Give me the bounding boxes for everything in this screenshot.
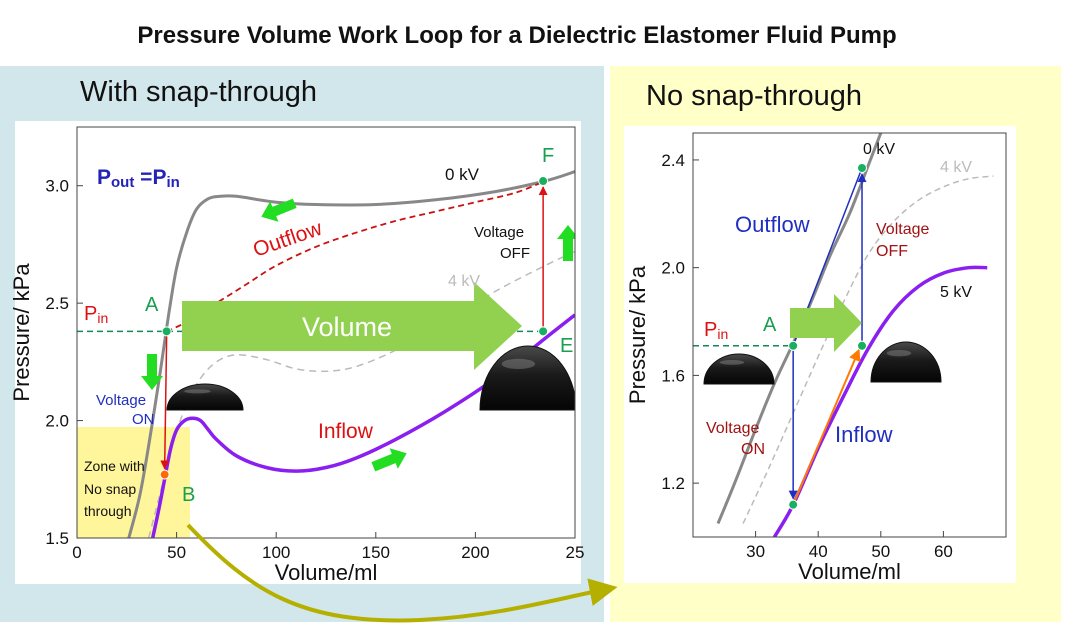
- voltage-off-label-right-1: Voltage: [876, 221, 929, 238]
- voltage-off-label-left-2: OFF: [500, 245, 530, 262]
- label-4kv-left: 4 kV: [448, 273, 480, 290]
- y-tick-label: 2.4: [661, 151, 685, 170]
- right-plot-background: [624, 126, 1016, 583]
- zone-label-3: through: [84, 503, 131, 519]
- x-tick-label: 200: [461, 543, 489, 562]
- zone-label-1: Zone with: [84, 458, 145, 474]
- voltage-on-label-right-1: Voltage: [706, 420, 759, 437]
- label-4kv-right: 4 kV: [940, 159, 972, 176]
- zone-label-2: No snap: [84, 481, 136, 497]
- voltage-off-label-left-1: Voltage: [474, 224, 524, 241]
- x-tick-label: 25: [566, 543, 585, 562]
- voltage-on-label-left-1: Voltage: [96, 392, 146, 409]
- y-tick-label: 1.2: [661, 474, 685, 493]
- y-axis-label: Pressure/ kPa: [9, 263, 34, 402]
- y-tick-label: 2.0: [661, 259, 685, 278]
- y-tick-label: 1.5: [45, 529, 69, 548]
- voltage-off-label-right-2: OFF: [876, 243, 908, 260]
- outflow-label-right: Outflow: [735, 212, 810, 237]
- point-right-1: [788, 499, 799, 510]
- point-B: [159, 469, 170, 480]
- label-0kv-left: 0 kV: [445, 165, 480, 184]
- label-0kv-right: 0 kV: [863, 141, 895, 158]
- volume-label: Volume: [302, 312, 392, 342]
- point-label-F: F: [542, 145, 554, 167]
- voltage-on-label-right-2: ON: [741, 441, 765, 458]
- point-E: [538, 326, 549, 337]
- x-tick-label: 30: [746, 542, 765, 561]
- y-axis-label: Pressure/ kPa: [625, 265, 650, 404]
- x-axis-label: Volume/ml: [798, 559, 901, 584]
- point-label-A-left: A: [145, 294, 159, 316]
- voltage-on-label-left-2: ON: [132, 411, 155, 428]
- point-right-2: [857, 340, 868, 351]
- point-F: [538, 176, 549, 187]
- inflow-label-left: Inflow: [318, 420, 374, 443]
- point-right-3: [857, 163, 868, 174]
- inflow-label-right: Inflow: [835, 422, 893, 447]
- y-tick-label: 1.6: [661, 366, 685, 385]
- y-tick-label: 3.0: [45, 177, 69, 196]
- y-tick-label: 2.0: [45, 412, 69, 431]
- chart-canvas: Volume 0 50 100 150 200 251.52.02.53.0Volume/…: [9, 121, 1016, 623]
- x-tick-label: 60: [934, 542, 953, 561]
- point-label-E: E: [560, 335, 573, 357]
- x-axis-label: Volume/ml: [275, 560, 378, 585]
- point-A-left: [161, 326, 172, 337]
- x-tick-label: 50: [167, 543, 186, 562]
- label-5kv-right: 5 kV: [940, 284, 972, 301]
- point-label-A-right: A: [763, 314, 777, 336]
- point-right-0: [788, 340, 799, 351]
- y-tick-label: 2.5: [45, 294, 69, 313]
- x-tick-label: 0: [72, 543, 81, 562]
- point-label-B: B: [182, 484, 195, 506]
